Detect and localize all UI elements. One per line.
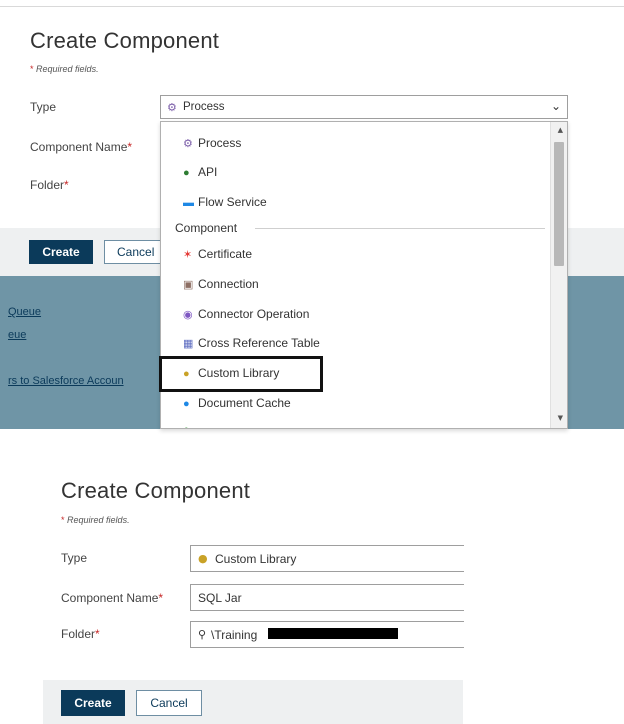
page-title-2: Create Component — [61, 478, 251, 503]
required-note-2: * Required fields. — [61, 515, 130, 525]
dropdown-item-api[interactable]: ● API — [183, 165, 217, 179]
dropdown-item-cross-reference-table[interactable]: ▦ Cross Reference Table — [183, 336, 320, 350]
process-icon: ⚙ — [167, 101, 177, 114]
map-icon: ● — [183, 424, 198, 428]
folder-label-2: Folder* — [61, 627, 100, 641]
component-name-value: SQL Jar — [198, 591, 242, 605]
table-icon: ▦ — [183, 338, 194, 350]
process-icon: ⚙ — [183, 138, 193, 150]
scroll-down-icon[interactable]: ▼ — [558, 414, 563, 422]
cancel-button[interactable]: Cancel — [104, 240, 166, 264]
chevron-down-icon: ⌄ — [550, 99, 561, 113]
background-link[interactable]: Queue — [8, 306, 41, 318]
dropdown-item-connection[interactable]: ▣ Connection — [183, 277, 259, 291]
highlight-box — [159, 356, 323, 392]
api-icon: ● — [183, 167, 190, 179]
group-divider — [255, 228, 545, 229]
required-note: * Required fields. — [30, 64, 99, 74]
create-button[interactable]: Create — [29, 240, 93, 264]
create-button-2[interactable]: Create — [61, 690, 125, 716]
type-select[interactable]: ⚙ Process ⌄ — [160, 95, 568, 119]
folder-value: \Training — [211, 628, 258, 642]
component-name-label-2: Component Name* — [61, 591, 164, 605]
dropdown-scrollbar[interactable]: ▲ ▼ — [550, 122, 567, 428]
top-divider — [0, 6, 624, 7]
type-select-value: Process — [183, 101, 225, 113]
type-select-2[interactable]: ● Custom Library — [190, 545, 464, 572]
dropdown-item-document-cache[interactable]: ● Document Cache — [183, 396, 291, 410]
component-name-label: Component Name* — [30, 140, 133, 154]
document-cache-icon: ● — [183, 398, 190, 410]
folder-label: Folder* — [30, 178, 69, 192]
flow-service-icon: ▬ — [183, 197, 194, 209]
dropdown-item-certificate[interactable]: ✶ Certificate — [183, 247, 252, 261]
dropdown-item-partial: ● — [183, 422, 198, 428]
type-label: Type — [30, 100, 57, 114]
background-link[interactable]: eue — [8, 329, 26, 341]
custom-library-icon: ● — [198, 552, 208, 565]
page-title: Create Component — [30, 28, 220, 53]
scroll-up-icon[interactable]: ▲ — [558, 126, 563, 134]
search-icon: ⚲ — [198, 628, 207, 641]
type-label-2: Type — [61, 551, 88, 565]
cancel-button-2[interactable]: Cancel — [136, 690, 202, 716]
dropdown-item-connector-operation[interactable]: ◉ Connector Operation — [183, 307, 309, 321]
component-name-field[interactable]: SQL Jar — [190, 584, 464, 611]
redacted-bar — [268, 628, 398, 639]
dropdown-item-flow-service[interactable]: ▬ Flow Service — [183, 195, 267, 209]
connection-icon: ▣ — [183, 279, 194, 291]
scrollbar-thumb[interactable] — [554, 142, 564, 266]
dropdown-item-process[interactable]: ⚙ Process — [183, 136, 241, 150]
dropdown-group-label: Component — [175, 221, 238, 235]
certificate-icon: ✶ — [183, 249, 193, 261]
type-select-value-2: Custom Library — [215, 552, 297, 566]
background-link[interactable]: rs to Salesforce Accoun — [8, 375, 124, 387]
connector-operation-icon: ◉ — [183, 309, 193, 321]
